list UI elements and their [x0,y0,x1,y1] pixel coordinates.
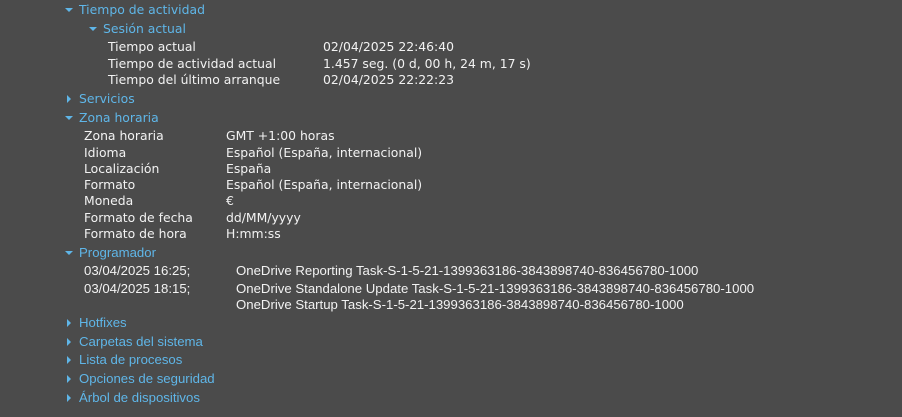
chevron-right-icon [67,94,71,103]
chevron-down-icon [65,250,73,255]
row-label: Tiempo de actividad actual [108,56,277,71]
chevron-right-icon [67,337,71,346]
section-title: Carpetas del sistema [79,334,203,349]
row-label: Formato de hora [84,226,187,241]
section-title: Zona horaria [79,110,159,125]
chevron-right-icon [67,374,71,383]
row-value: 1.457 seg. (0 d, 00 h, 24 m, 17 s) [323,56,531,71]
chevron-right-icon [67,355,71,364]
row-value: 02/04/2025 22:46:40 [323,39,455,54]
row-value: dd/MM/yyyy [226,210,301,225]
section-security-options[interactable]: Opciones de seguridad [65,371,215,387]
chevron-down-icon [65,115,73,120]
row-label: Formato [84,177,136,192]
row-label: Tiempo actual [108,39,196,54]
info-row: Formato Español (España, internacional) [84,177,422,193]
section-title: Servicios [79,91,135,106]
row-label: Idioma [84,145,127,160]
section-title: Hotfixes [79,315,127,330]
task-name: OneDrive Reporting Task-S-1-5-21-1399363… [236,263,699,278]
row-value: GMT +1:00 horas [226,128,335,143]
row-value: € [226,193,234,208]
info-row: Localización España [84,161,271,177]
row-value: 02/04/2025 22:22:23 [323,72,455,87]
section-timezone[interactable]: Zona horaria [65,110,159,126]
chevron-right-icon [67,318,71,327]
section-title: Tiempo de actividad [79,2,205,17]
section-title: Opciones de seguridad [79,371,215,386]
row-label: Moneda [84,193,134,208]
row-label: Formato de fecha [84,210,193,225]
task-row: 03/04/2025 16:25; OneDrive Reporting Task… [84,263,698,279]
task-name: OneDrive Standalone Update Task-S-1-5-21… [236,281,755,296]
section-uptime[interactable]: Tiempo de actividad [65,2,205,18]
info-row: Idioma Español (España, internacional) [84,145,422,161]
row-value: Español (España, internacional) [226,145,423,160]
info-row: Tiempo actual 02/04/2025 22:46:40 [108,39,454,55]
row-value: España [226,161,272,176]
section-scheduler[interactable]: Programador [65,245,156,261]
row-label: Zona horaria [84,128,164,143]
section-hotfixes[interactable]: Hotfixes [65,315,127,331]
chevron-right-icon [67,393,71,402]
row-label: Tiempo del último arranque [108,72,281,87]
section-process-list[interactable]: Lista de procesos [65,352,182,368]
chevron-down-icon [65,7,73,12]
section-system-folders[interactable]: Carpetas del sistema [65,334,203,350]
section-title: Árbol de dispositivos [79,390,200,405]
section-device-tree[interactable]: Árbol de dispositivos [65,390,200,406]
task-name: OneDrive Startup Task-S-1-5-21-139936318… [236,297,684,312]
row-label: Localización [84,161,160,176]
info-row: Tiempo del último arranque 02/04/2025 22:… [108,72,454,88]
info-row: Tiempo de actividad actual 1.457 seg. (0 … [108,56,531,72]
info-row: Formato de fecha dd/MM/yyyy [84,210,301,226]
info-row: Moneda € [84,193,234,209]
section-title: Sesión actual [103,21,186,36]
task-date: 03/04/2025 16:25; [84,263,191,278]
section-title: Programador [79,245,156,260]
section-title: Lista de procesos [79,352,183,367]
task-row: 03/04/2025 18:15; OneDrive Standalone Upd… [84,281,754,297]
info-row: Zona horaria GMT +1:00 horas [84,128,335,144]
row-value: H:mm:ss [226,226,281,241]
row-value: Español (España, internacional) [226,177,423,192]
info-row: Formato de hora H:mm:ss [84,226,281,242]
section-current-session[interactable]: Sesión actual [89,21,186,37]
task-date: 03/04/2025 18:15; [84,281,191,296]
section-services[interactable]: Servicios [65,91,135,107]
chevron-down-icon [89,26,97,31]
